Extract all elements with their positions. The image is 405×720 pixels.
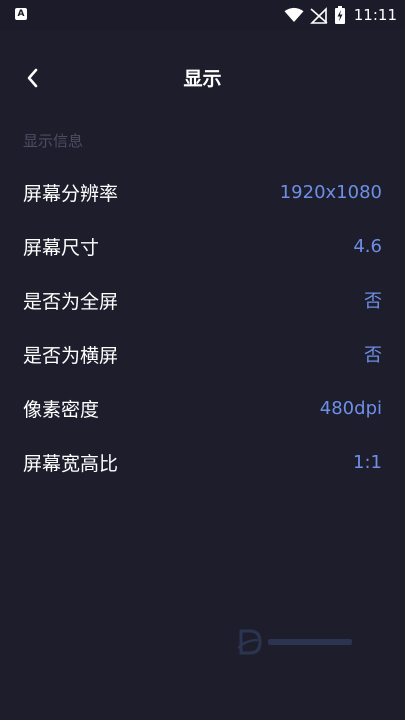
row-pixel-density: 像素密度 480dpi <box>0 381 405 435</box>
row-value: 否 <box>364 291 382 312</box>
row-screen-resolution: 屏幕分辨率 1920x1080 <box>0 165 405 219</box>
row-value: 4.6 <box>353 235 382 257</box>
watermark-logo-icon <box>238 629 262 655</box>
row-is-landscape: 是否为横屏 否 <box>0 327 405 381</box>
app-bar: 显示 <box>0 30 405 122</box>
row-label: 是否为全屏 <box>23 290 119 313</box>
row-screen-size: 屏幕尺寸 4.6 <box>0 219 405 273</box>
no-signal-icon <box>309 7 328 24</box>
row-value: 1:1 <box>353 451 382 473</box>
row-value: 否 <box>364 345 382 366</box>
clock: 11:11 <box>353 6 397 24</box>
page-title: 显示 <box>183 68 222 90</box>
row-aspect-ratio: 屏幕宽高比 1:1 <box>0 435 405 489</box>
wifi-icon <box>284 7 304 22</box>
row-label: 屏幕宽高比 <box>23 452 119 475</box>
watermark <box>238 628 352 656</box>
row-label: 像素密度 <box>23 398 100 421</box>
display-info-list: 屏幕分辨率 1920x1080 屏幕尺寸 4.6 是否为全屏 否 是否为横屏 否… <box>0 165 405 489</box>
row-value: 480dpi <box>319 397 382 419</box>
watermark-text-block <box>268 639 352 645</box>
row-label: 是否为横屏 <box>23 344 119 367</box>
section-header: 显示信息 <box>23 132 84 150</box>
battery-charging-icon <box>334 6 345 24</box>
row-label: 屏幕尺寸 <box>23 236 100 259</box>
status-bar: A 11:11 <box>0 0 405 30</box>
status-icons: 11:11 <box>284 4 397 26</box>
row-value: 1920x1080 <box>279 181 382 203</box>
app-notification-icon: A <box>15 8 27 20</box>
row-label: 屏幕分辨率 <box>23 182 119 205</box>
row-is-fullscreen: 是否为全屏 否 <box>0 273 405 327</box>
